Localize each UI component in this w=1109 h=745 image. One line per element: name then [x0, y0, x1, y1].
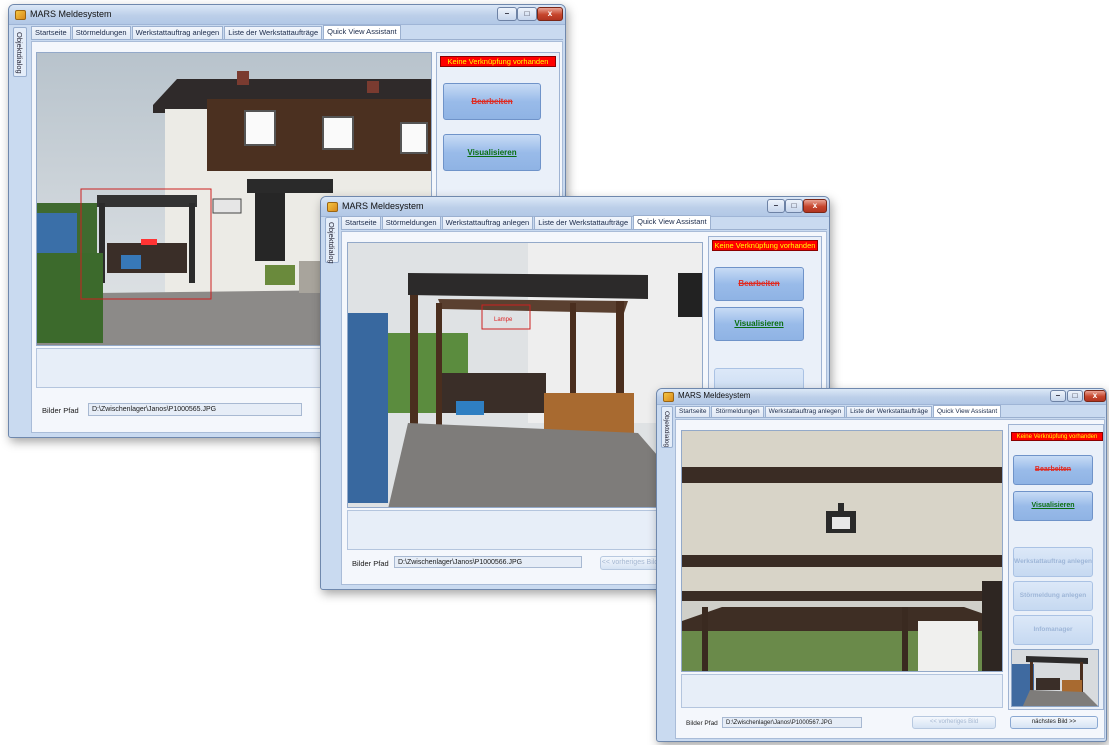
- side-tab-objektdialog[interactable]: Objektdialog: [13, 27, 27, 77]
- photo-viewer[interactable]: [681, 430, 1003, 672]
- title-bar[interactable]: MARS Meldesystem – □ x: [321, 197, 829, 217]
- tab-liste-werkstattauftraege[interactable]: Liste der Werkstattaufträge: [846, 406, 932, 417]
- tab-quick-view-assistant[interactable]: Quick View Assistant: [633, 215, 711, 229]
- tab-strip: Startseite Störmeldungen Werkstattauftra…: [31, 25, 402, 39]
- tab-quick-view-assistant[interactable]: Quick View Assistant: [323, 25, 401, 39]
- close-icon: x: [547, 9, 553, 18]
- link-status-banner: Keine Verknüpfung vorhanden: [1011, 432, 1103, 441]
- image-path-label: Bilder Pfad: [42, 406, 79, 415]
- app-icon: [663, 392, 674, 402]
- edit-button[interactable]: Bearbeiten: [714, 267, 804, 301]
- maximize-icon: □: [1072, 391, 1078, 400]
- app-icon: [327, 202, 338, 212]
- visualize-button[interactable]: Visualisieren: [714, 307, 804, 341]
- minimize-button[interactable]: –: [497, 7, 517, 21]
- tab-quick-view-assistant[interactable]: Quick View Assistant: [933, 405, 1002, 417]
- content-area: Keine Verknüpfung vorhanden Bearbeiten V…: [675, 419, 1105, 739]
- tab-liste-werkstattauftraege[interactable]: Liste der Werkstattaufträge: [224, 26, 323, 39]
- edit-button[interactable]: Bearbeiten: [1013, 455, 1093, 485]
- link-status-banner: Keine Verknüpfung vorhanden: [440, 56, 556, 67]
- info-manager-button[interactable]: Infomanager: [1013, 615, 1093, 645]
- maximize-icon: □: [524, 9, 530, 18]
- image-path-label: Bilder Pfad: [352, 559, 389, 568]
- tab-startseite[interactable]: Startseite: [341, 216, 381, 229]
- window-title: MARS Meldesystem: [30, 9, 112, 19]
- minimize-icon: –: [504, 9, 510, 18]
- close-icon: x: [1092, 391, 1098, 400]
- tab-underline: [341, 229, 827, 230]
- close-button[interactable]: x: [803, 199, 827, 213]
- carport-photo: Lampe: [348, 243, 702, 507]
- title-bar[interactable]: MARS Meldesystem – □ x: [9, 5, 565, 25]
- tab-liste-werkstattauftraege[interactable]: Liste der Werkstattaufträge: [534, 216, 633, 229]
- next-image-button[interactable]: nächstes Bild >>: [1010, 716, 1098, 729]
- create-work-order-button[interactable]: Werkstattauftrag anlegen: [1013, 547, 1093, 577]
- thumbnail-image: [1012, 650, 1098, 706]
- app-window-3: MARS Meldesystem – □ x Objektdialog Star…: [656, 388, 1107, 742]
- preview-thumbnail[interactable]: [1011, 649, 1099, 707]
- tab-underline: [675, 417, 1105, 418]
- visualize-button[interactable]: Visualisieren: [443, 134, 541, 171]
- create-fault-report-button[interactable]: Störmeldung anlegen: [1013, 581, 1093, 611]
- maximize-icon: □: [791, 201, 797, 210]
- carport-roof-photo: [682, 431, 1002, 671]
- minimize-button[interactable]: –: [1050, 390, 1066, 402]
- visualize-button[interactable]: Visualisieren: [1013, 491, 1093, 521]
- tab-stoermeldungen[interactable]: Störmeldungen: [71, 26, 131, 39]
- tab-strip: Startseite Störmeldungen Werkstattauftra…: [675, 405, 1002, 417]
- side-tab-objektdialog[interactable]: Objektdialog: [325, 217, 339, 264]
- close-button[interactable]: x: [1084, 390, 1106, 402]
- maximize-button[interactable]: □: [517, 7, 537, 21]
- title-bar[interactable]: MARS Meldesystem – □ x: [657, 389, 1106, 405]
- maximize-button[interactable]: □: [1067, 390, 1083, 402]
- minimize-icon: –: [1055, 391, 1061, 400]
- image-path-field[interactable]: D:\Zwischenlager\Janos\P1000565.JPG: [88, 403, 302, 416]
- tab-underline: [31, 39, 563, 40]
- tab-stoermeldungen[interactable]: Störmeldungen: [711, 406, 764, 417]
- hotspot-label: Lampe: [494, 317, 513, 323]
- image-path-field[interactable]: D:\Zwischenlager\Janos\P1000567.JPG: [722, 717, 862, 728]
- photo-viewer[interactable]: Lampe: [347, 242, 703, 508]
- close-button[interactable]: x: [537, 7, 563, 21]
- link-status-banner: Keine Verknüpfung vorhanden: [712, 240, 818, 251]
- edit-button[interactable]: Bearbeiten: [443, 83, 541, 120]
- maximize-button[interactable]: □: [785, 199, 803, 213]
- image-path-field[interactable]: D:\Zwischenlager\Janos\P1000566.JPG: [394, 556, 582, 568]
- close-icon: x: [812, 201, 818, 210]
- tab-startseite[interactable]: Startseite: [31, 26, 71, 39]
- minimize-button[interactable]: –: [767, 199, 785, 213]
- prev-image-button[interactable]: << vorheriges Bild: [600, 556, 660, 570]
- tab-stoermeldungen[interactable]: Störmeldungen: [381, 216, 441, 229]
- window-title: MARS Meldesystem: [342, 201, 424, 211]
- tab-werkstattauftrag-anlegen[interactable]: Werkstattauftrag anlegen: [441, 216, 534, 229]
- app-icon: [15, 10, 26, 20]
- tab-werkstattauftrag-anlegen[interactable]: Werkstattauftrag anlegen: [131, 26, 224, 39]
- prev-image-button[interactable]: << vorheriges Bild: [912, 716, 996, 729]
- thumbnail-strip: [347, 510, 703, 550]
- image-path-label: Bilder Pfad: [686, 720, 718, 727]
- thumbnail-strip: [681, 674, 1003, 708]
- side-tab-objektdialog[interactable]: Objektdialog: [661, 406, 673, 448]
- action-panel: Keine Verknüpfung vorhanden Bearbeiten V…: [1008, 424, 1104, 710]
- tab-strip: Startseite Störmeldungen Werkstattauftra…: [341, 215, 712, 229]
- tab-werkstattauftrag-anlegen[interactable]: Werkstattauftrag anlegen: [764, 406, 846, 417]
- tab-startseite[interactable]: Startseite: [675, 406, 711, 417]
- minimize-icon: –: [773, 201, 779, 210]
- window-title: MARS Meldesystem: [678, 391, 751, 400]
